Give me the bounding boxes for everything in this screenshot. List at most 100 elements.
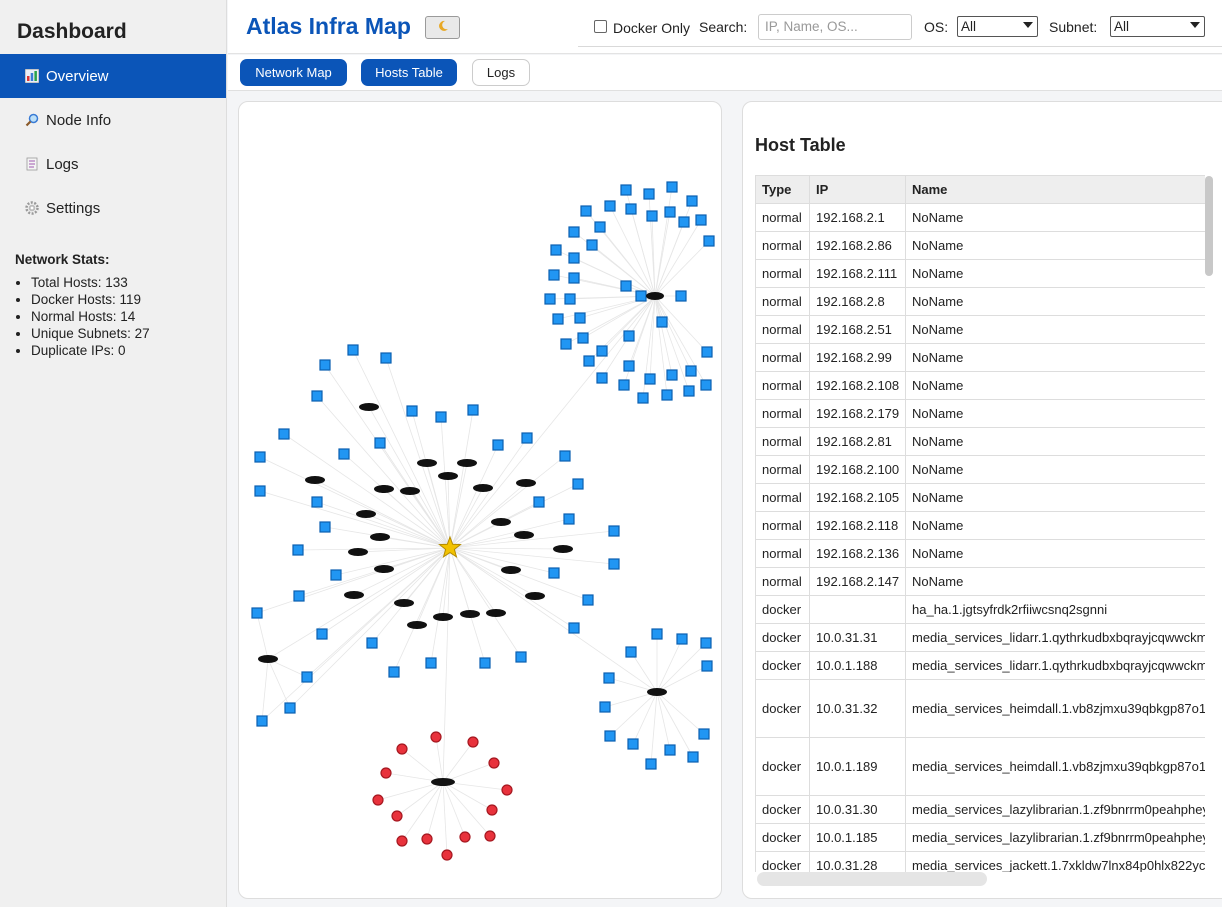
docker-node[interactable] xyxy=(388,666,400,678)
docker-node[interactable] xyxy=(664,206,676,218)
docker-node[interactable] xyxy=(656,316,668,328)
subnet-hub-node[interactable] xyxy=(344,591,364,599)
docker-node[interactable] xyxy=(651,628,663,640)
docker-node[interactable] xyxy=(599,701,611,713)
tab-hosts-table[interactable]: Hosts Table xyxy=(361,59,457,86)
docker-node[interactable] xyxy=(583,355,595,367)
normal-node[interactable] xyxy=(459,831,471,843)
docker-node[interactable] xyxy=(347,344,359,356)
docker-node[interactable] xyxy=(559,450,571,462)
docker-node[interactable] xyxy=(623,330,635,342)
docker-node[interactable] xyxy=(661,389,673,401)
table-row[interactable]: docker 10.0.1.188 media_services_lidarr.1.… xyxy=(755,651,1205,680)
subnet-hub-node[interactable] xyxy=(646,292,664,300)
docker-node[interactable] xyxy=(366,637,378,649)
docker-node[interactable] xyxy=(580,205,592,217)
table-row[interactable]: normal 192.168.2.147 NoName xyxy=(755,567,1205,596)
docker-node[interactable] xyxy=(435,411,447,423)
docker-node[interactable] xyxy=(550,244,562,256)
normal-node[interactable] xyxy=(441,849,453,861)
subnet-hub-node[interactable] xyxy=(407,621,427,629)
docker-node[interactable] xyxy=(292,544,304,556)
subnet-hub-node[interactable] xyxy=(486,609,506,617)
tab-logs[interactable]: Logs xyxy=(472,59,530,86)
docker-node[interactable] xyxy=(620,184,632,196)
table-row[interactable]: normal 192.168.2.105 NoName xyxy=(755,483,1205,512)
docker-node[interactable] xyxy=(564,293,576,305)
docker-node[interactable] xyxy=(643,188,655,200)
docker-node[interactable] xyxy=(330,569,342,581)
docker-node[interactable] xyxy=(301,671,313,683)
subnet-hub-node[interactable] xyxy=(460,610,480,618)
table-row[interactable]: normal 192.168.2.86 NoName xyxy=(755,231,1205,260)
subnet-hub-node[interactable] xyxy=(457,459,477,467)
docker-node[interactable] xyxy=(533,496,545,508)
docker-node[interactable] xyxy=(678,216,690,228)
docker-node[interactable] xyxy=(544,293,556,305)
subnet-hub-node[interactable] xyxy=(433,613,453,621)
subnet-hub-node[interactable] xyxy=(647,688,667,696)
horizontal-scrollbar[interactable] xyxy=(757,872,987,886)
subnet-hub-node[interactable] xyxy=(431,778,455,786)
table-row[interactable]: docker 10.0.31.30 media_services_lazylibra… xyxy=(755,795,1205,824)
docker-node[interactable] xyxy=(635,290,647,302)
subnet-hub-node[interactable] xyxy=(348,548,368,556)
docker-node[interactable] xyxy=(406,405,418,417)
docker-node[interactable] xyxy=(700,379,712,391)
table-row[interactable]: normal 192.168.2.108 NoName xyxy=(755,371,1205,400)
docker-node[interactable] xyxy=(596,345,608,357)
subnet-hub-node[interactable] xyxy=(438,472,458,480)
subnet-hub-node[interactable] xyxy=(516,479,536,487)
docker-node[interactable] xyxy=(683,385,695,397)
docker-node[interactable] xyxy=(645,758,657,770)
normal-node[interactable] xyxy=(488,757,500,769)
docker-node[interactable] xyxy=(603,672,615,684)
docker-node[interactable] xyxy=(572,478,584,490)
sidebar-item-logs[interactable]: Logs xyxy=(0,142,226,186)
docker-node[interactable] xyxy=(293,590,305,602)
normal-node[interactable] xyxy=(396,835,408,847)
subnet-hub-node[interactable] xyxy=(356,510,376,518)
docker-node[interactable] xyxy=(625,203,637,215)
docker-node[interactable] xyxy=(646,210,658,222)
docker-node[interactable] xyxy=(686,195,698,207)
table-row[interactable]: normal 192.168.2.118 NoName xyxy=(755,511,1205,540)
docker-node[interactable] xyxy=(687,751,699,763)
table-row[interactable]: docker 10.0.31.31 media_services_lidarr.1.… xyxy=(755,623,1205,652)
docker-node[interactable] xyxy=(311,496,323,508)
docker-node[interactable] xyxy=(596,372,608,384)
table-row[interactable]: normal 192.168.2.8 NoName xyxy=(755,287,1205,316)
docker-node[interactable] xyxy=(627,738,639,750)
theme-toggle-button[interactable] xyxy=(425,16,460,39)
docker-node[interactable] xyxy=(675,290,687,302)
subnet-hub-node[interactable] xyxy=(400,487,420,495)
docker-node[interactable] xyxy=(594,221,606,233)
subnet-hub-node[interactable] xyxy=(553,545,573,553)
docker-node[interactable] xyxy=(623,360,635,372)
network-map-graph[interactable] xyxy=(239,102,722,899)
docker-node[interactable] xyxy=(254,485,266,497)
network-map-panel[interactable] xyxy=(238,101,722,899)
subnet-hub-node[interactable] xyxy=(374,565,394,573)
docker-node[interactable] xyxy=(698,728,710,740)
sidebar-item-settings[interactable]: Settings xyxy=(0,186,226,230)
docker-node[interactable] xyxy=(311,390,323,402)
subnet-hub-node[interactable] xyxy=(394,599,414,607)
subnet-hub-node[interactable] xyxy=(417,459,437,467)
tab-network-map[interactable]: Network Map xyxy=(240,59,347,86)
docker-node[interactable] xyxy=(284,702,296,714)
subnet-hub-node[interactable] xyxy=(258,655,278,663)
table-row[interactable]: docker 10.0.1.185 media_services_lazylibra… xyxy=(755,823,1205,852)
table-row[interactable]: docker 10.0.1.189 media_services_heimdall.… xyxy=(755,737,1205,796)
docker-node[interactable] xyxy=(425,657,437,669)
docker-node[interactable] xyxy=(618,379,630,391)
normal-node[interactable] xyxy=(484,830,496,842)
docker-node[interactable] xyxy=(586,239,598,251)
docker-node[interactable] xyxy=(548,269,560,281)
docker-node[interactable] xyxy=(548,567,560,579)
docker-node[interactable] xyxy=(676,633,688,645)
normal-node[interactable] xyxy=(421,833,433,845)
normal-node[interactable] xyxy=(372,794,384,806)
docker-node[interactable] xyxy=(278,428,290,440)
docker-node[interactable] xyxy=(254,451,266,463)
